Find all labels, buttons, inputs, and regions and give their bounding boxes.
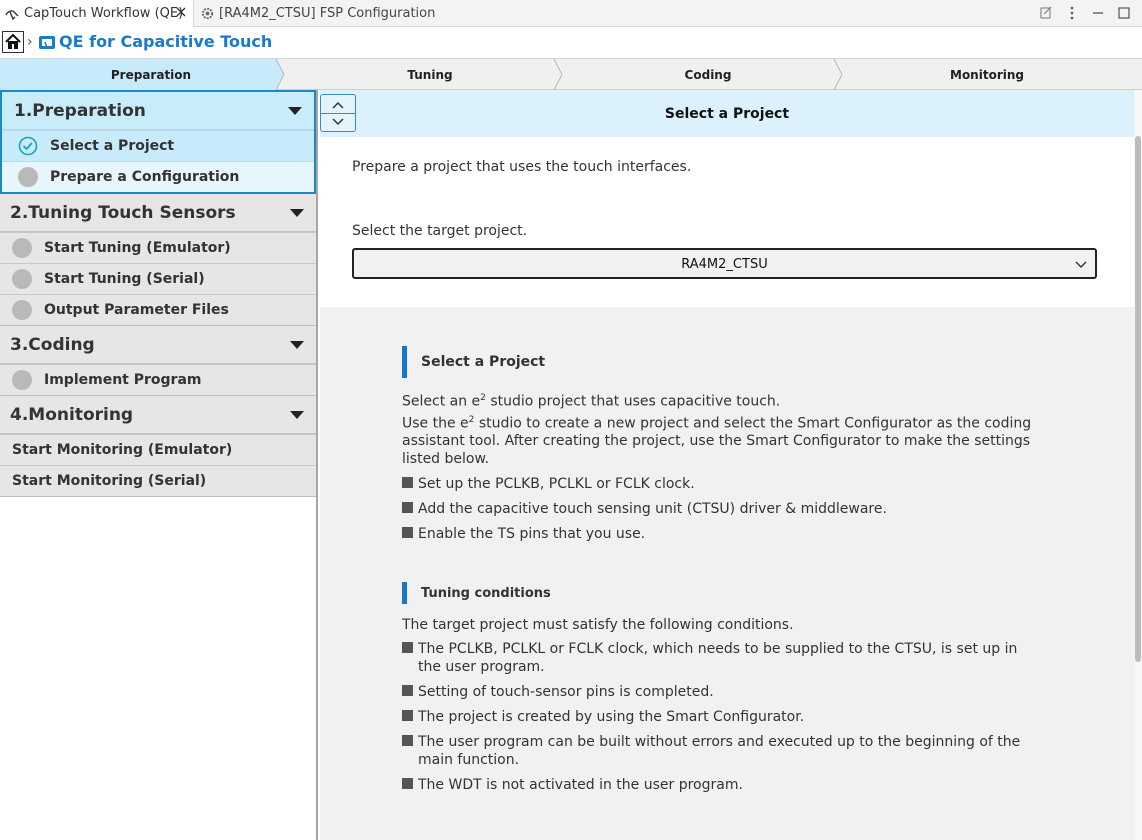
tab-captouch-workflow[interactable]: CapTouch Workflow (QE) xyxy=(0,0,194,27)
nav-group-monitoring: 4.Monitoring Start Monitoring (Emulator)… xyxy=(0,396,316,497)
collapse-arrow-icon[interactable] xyxy=(290,209,304,217)
close-icon[interactable] xyxy=(174,5,188,19)
step-tuning[interactable]: Tuning xyxy=(284,68,576,82)
chevron-down-icon xyxy=(1075,261,1087,268)
tab-label: CapTouch Workflow (QE) xyxy=(24,6,184,21)
section-heading: Select a Project xyxy=(402,346,1042,378)
nav-group-title: 3.Coding xyxy=(10,335,95,355)
status-circle-icon xyxy=(12,370,32,390)
maximize-icon[interactable] xyxy=(1116,5,1132,21)
list-item: The PCLKB, PCLKL or FCLK clock, which ne… xyxy=(402,640,1042,676)
help-section-tuning-conditions: Tuning conditions The target project mus… xyxy=(402,582,1042,794)
list-item: The project is created by using the Smar… xyxy=(402,708,1042,726)
nav-group-title: 2.Tuning Touch Sensors xyxy=(10,203,236,223)
nav-item-label: Prepare a Configuration xyxy=(50,169,240,185)
nav-item-label: Start Monitoring (Emulator) xyxy=(12,442,233,458)
help-text: studio to create a new project and selec… xyxy=(402,415,1032,468)
nav-group-preparation: 1.Preparation Select a Project Prepare a… xyxy=(0,90,316,194)
menu-icon[interactable] xyxy=(1064,5,1080,21)
main-panel: Select a Project Prepare a project that … xyxy=(320,90,1142,840)
home-button[interactable] xyxy=(2,31,24,53)
content-header: Select a Project xyxy=(320,90,1134,137)
nav-item-label: Start Tuning (Emulator) xyxy=(44,240,231,256)
nav-item-label: Start Monitoring (Serial) xyxy=(12,473,207,489)
nav-item-prepare-configuration[interactable]: Prepare a Configuration xyxy=(2,161,314,192)
dropdown-value: RA4M2_CTSU xyxy=(681,257,768,272)
help-text: studio project that uses capacitive touc… xyxy=(485,393,781,410)
list-item: Setting of touch-sensor pins is complete… xyxy=(402,683,1042,701)
editor-tab-bar: CapTouch Workflow (QE) [RA4M2_CTSU] FSP … xyxy=(0,0,1142,27)
content-title: Select a Project xyxy=(664,106,790,122)
nav-item-label: Select a Project xyxy=(50,138,175,154)
breadcrumb-separator: › xyxy=(27,34,33,50)
page-title: QE for Capacitive Touch xyxy=(59,32,273,51)
collapse-arrow-icon[interactable] xyxy=(288,107,302,115)
help-text: Use the e xyxy=(402,415,469,432)
step-coding[interactable]: Coding xyxy=(562,68,854,82)
collapse-arrow-icon[interactable] xyxy=(290,411,304,419)
nav-group-title: 4.Monitoring xyxy=(10,405,134,425)
nav-group-coding: 3.Coding Implement Program xyxy=(0,326,316,396)
status-circle-icon xyxy=(12,238,32,258)
nav-group-tuning: 2.Tuning Touch Sensors Start Tuning (Emu… xyxy=(0,194,316,326)
nav-item-label: Output Parameter Files xyxy=(44,302,229,318)
minimize-icon[interactable] xyxy=(1090,5,1106,21)
help-paragraph: Use the e2 studio to create a new projec… xyxy=(402,411,1042,469)
nav-item-label: Start Tuning (Serial) xyxy=(44,271,205,287)
help-section-select-project: Select a Project Select an e2 studio pro… xyxy=(402,346,1042,543)
help-paragraph: Select an e2 studio project that uses ca… xyxy=(402,389,1042,411)
gear-icon xyxy=(201,7,214,20)
qe-icon xyxy=(39,36,55,50)
section-heading: Tuning conditions xyxy=(402,582,1042,604)
help-text: Select an e xyxy=(402,393,481,410)
check-circle-icon xyxy=(18,136,38,156)
tab-fsp-configuration[interactable]: [RA4M2_CTSU] FSP Configuration xyxy=(196,0,456,27)
help-paragraph: The target project must satisfy the foll… xyxy=(402,617,794,633)
nav-group-title: 1.Preparation xyxy=(14,101,146,121)
status-circle-icon xyxy=(12,269,32,289)
workflow-nav: 1.Preparation Select a Project Prepare a… xyxy=(0,90,318,840)
home-icon xyxy=(5,33,21,49)
pin-icon[interactable] xyxy=(1038,5,1054,21)
collapse-arrow-icon[interactable] xyxy=(290,341,304,349)
project-selection: Prepare a project that uses the touch in… xyxy=(320,137,1134,307)
list-item: Enable the TS pins that you use. xyxy=(402,525,1042,543)
nav-group-header[interactable]: 2.Tuning Touch Sensors xyxy=(0,194,316,232)
nav-item-start-tuning-emulator[interactable]: Start Tuning (Emulator) xyxy=(0,232,316,263)
list-item: The user program can be built without er… xyxy=(402,733,1042,769)
nav-item-implement-program[interactable]: Implement Program xyxy=(0,364,316,395)
nav-item-label: Implement Program xyxy=(44,372,202,388)
nav-item-start-tuning-serial[interactable]: Start Tuning (Serial) xyxy=(0,263,316,294)
nav-item-output-parameter-files[interactable]: Output Parameter Files xyxy=(0,294,316,325)
project-dropdown[interactable]: RA4M2_CTSU xyxy=(352,248,1097,279)
status-circle-icon xyxy=(12,300,32,320)
intro-text: Prepare a project that uses the touch in… xyxy=(352,159,692,175)
list-item: The WDT is not activated in the user pro… xyxy=(402,776,1042,794)
step-monitoring[interactable]: Monitoring xyxy=(842,68,1132,82)
scrollbar-thumb[interactable] xyxy=(1135,136,1141,662)
nav-group-header[interactable]: 1.Preparation xyxy=(2,92,314,130)
view-controls xyxy=(1038,5,1132,21)
list-item: Add the capacitive touch sensing unit (C… xyxy=(402,500,1042,518)
tab-label: [RA4M2_CTSU] FSP Configuration xyxy=(219,6,436,21)
workflow-steps: Preparation Tuning Coding Monitoring xyxy=(0,59,1142,90)
select-label: Select the target project. xyxy=(352,223,528,239)
nav-item-start-monitoring-serial[interactable]: Start Monitoring (Serial) xyxy=(0,465,316,496)
nav-item-start-monitoring-emulator[interactable]: Start Monitoring (Emulator) xyxy=(0,434,316,465)
captouch-icon xyxy=(5,9,19,20)
nav-group-header[interactable]: 4.Monitoring xyxy=(0,396,316,434)
breadcrumb: › QE for Capacitive Touch xyxy=(0,27,1142,59)
status-circle-icon xyxy=(18,167,38,187)
list-item: Set up the PCLKB, PCLKL or FCLK clock. xyxy=(402,475,1042,493)
step-preparation[interactable]: Preparation xyxy=(0,68,302,82)
nav-item-select-project[interactable]: Select a Project xyxy=(2,130,314,161)
nav-group-header[interactable]: 3.Coding xyxy=(0,326,316,364)
